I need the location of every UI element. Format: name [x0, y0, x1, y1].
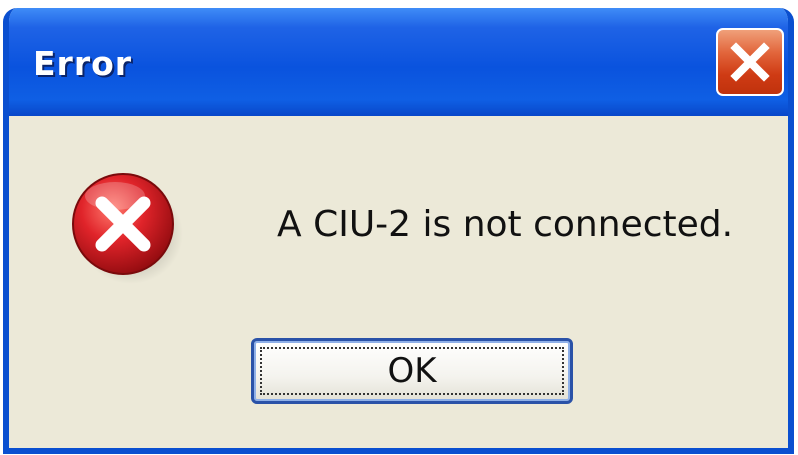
error-message: A CIU-2 is not connected.: [277, 204, 734, 245]
ok-button[interactable]: OK: [251, 338, 573, 404]
error-icon: [65, 166, 183, 284]
dialog-body: A CIU-2 is not connected. OK: [9, 116, 788, 448]
close-icon: [730, 42, 770, 82]
close-button[interactable]: [716, 28, 784, 96]
error-dialog: Error A CIU-2 is not connected. OK: [3, 8, 794, 454]
ok-button-label: OK: [387, 351, 437, 391]
title-bar[interactable]: Error: [9, 8, 788, 116]
window-title: Error: [33, 44, 133, 83]
